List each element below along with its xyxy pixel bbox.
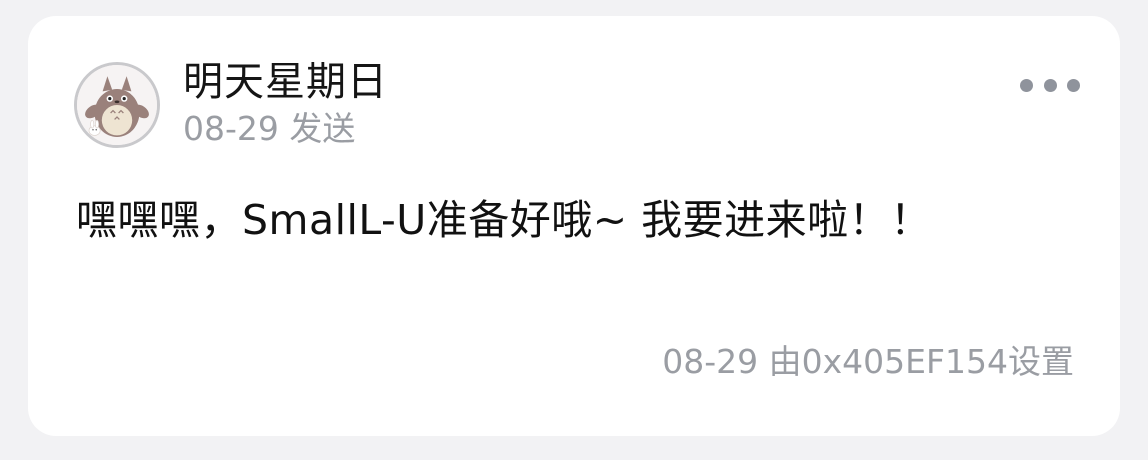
sent-time: 08-29 发送 xyxy=(183,109,356,148)
more-dots-icon xyxy=(1020,78,1033,92)
footer-meta: 08-29 由0x405EF154设置 xyxy=(662,342,1074,381)
post-card: 明天星期日 08-29 发送 嘿嘿嘿，SmallL-U准备好哦~ 我要进来啦！！… xyxy=(28,16,1120,436)
author-name[interactable]: 明天星期日 xyxy=(183,58,388,106)
more-dots-icon xyxy=(1067,78,1080,92)
avatar[interactable] xyxy=(74,62,160,148)
totoro-avatar-icon xyxy=(77,65,157,145)
more-options-button[interactable] xyxy=(1020,74,1080,96)
more-dots-icon xyxy=(1043,78,1057,92)
message-text: 嘿嘿嘿，SmallL-U准备好哦~ 我要进来啦！！ xyxy=(76,196,932,244)
